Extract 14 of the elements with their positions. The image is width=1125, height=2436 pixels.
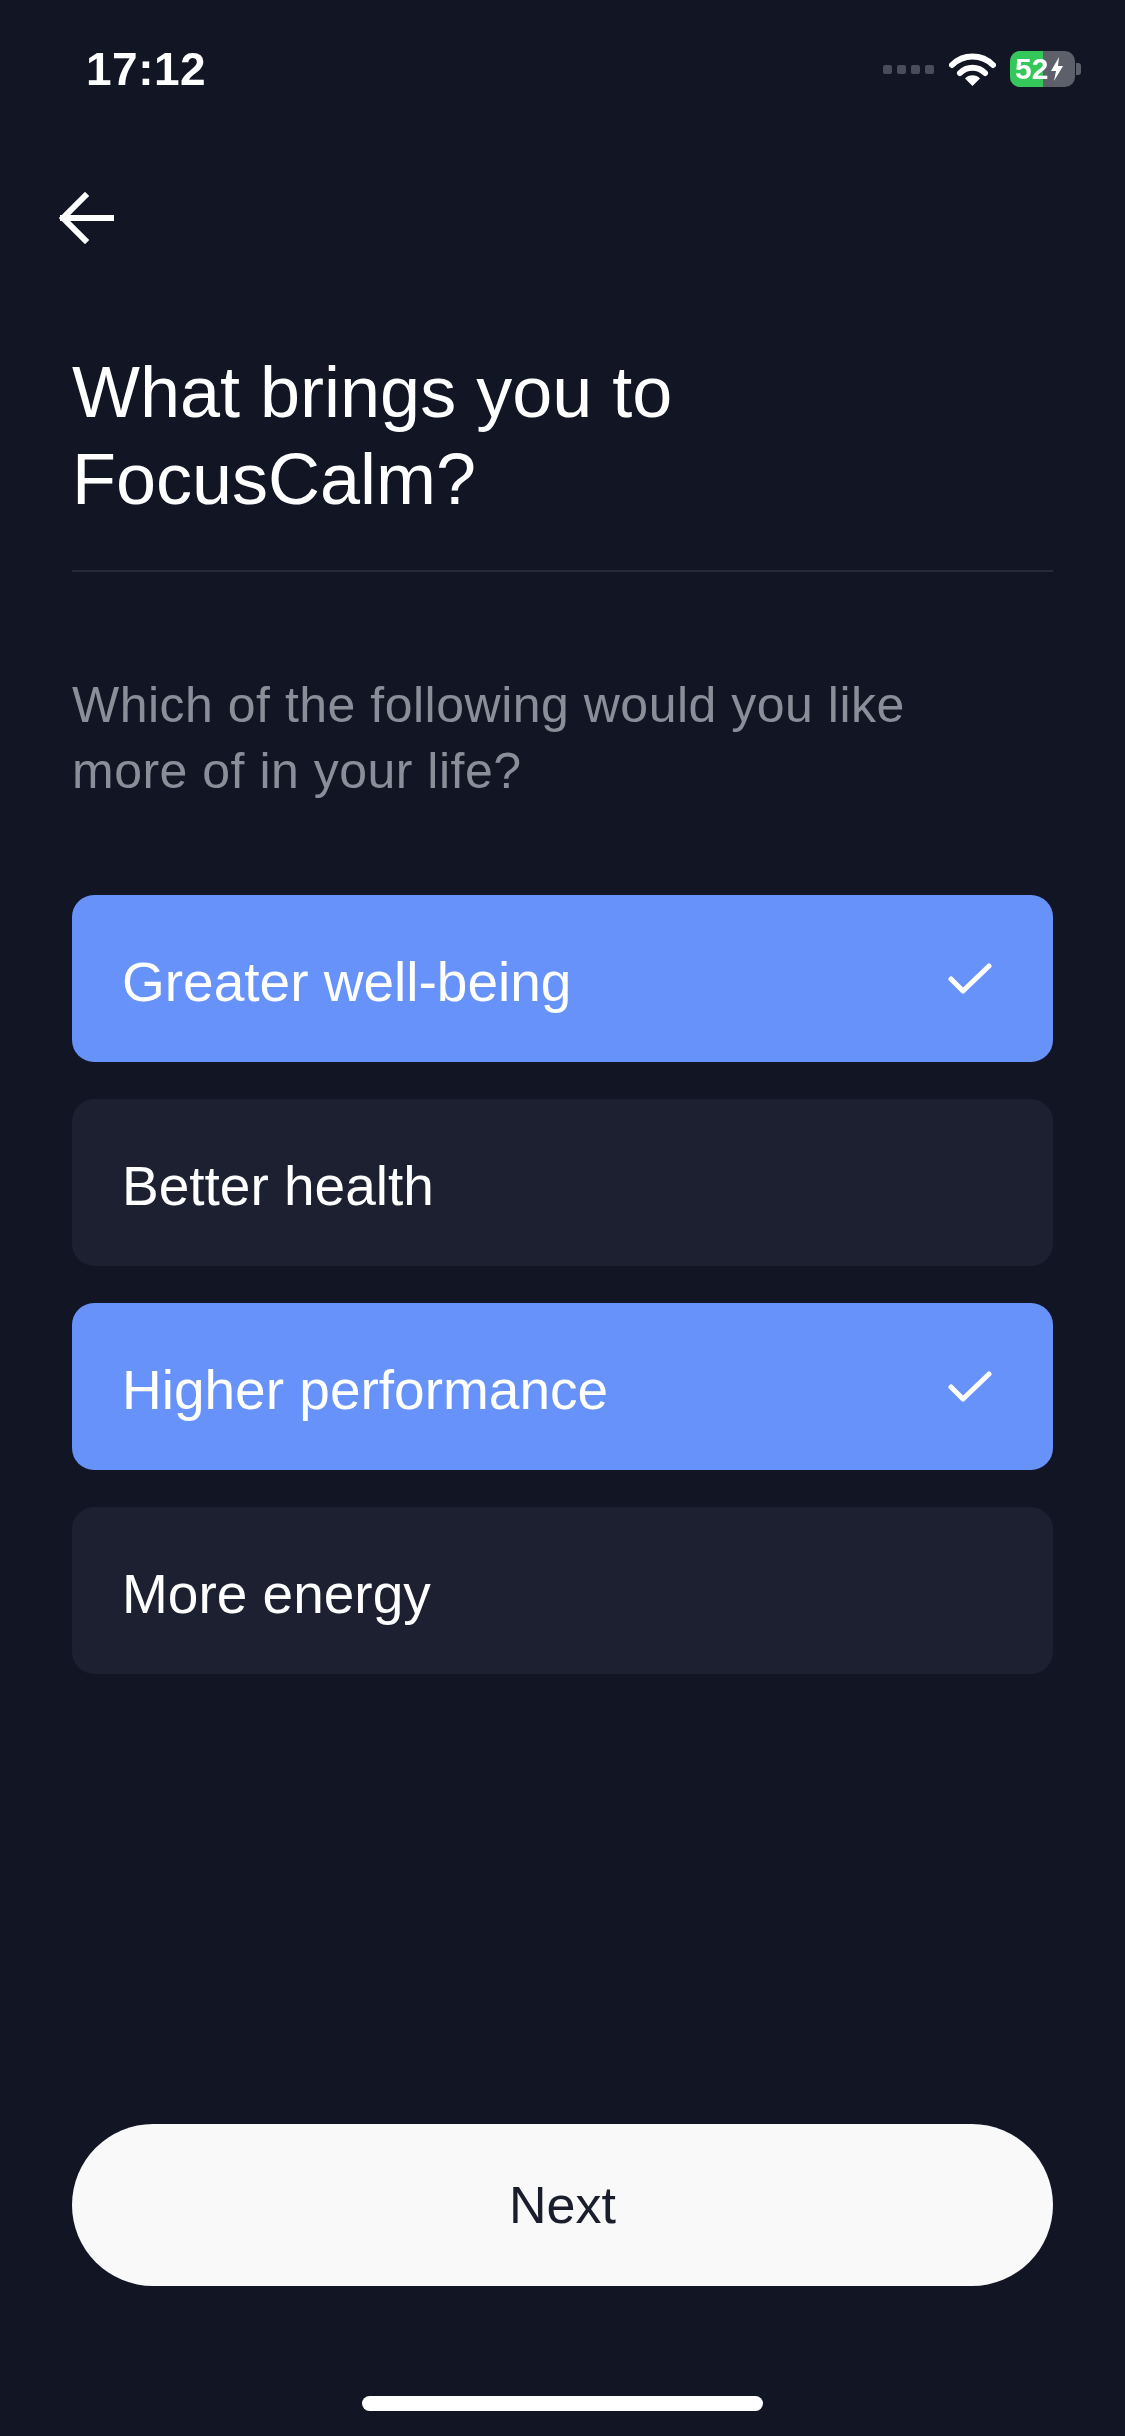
charging-bolt-icon — [1050, 57, 1065, 81]
wifi-icon — [949, 52, 996, 86]
option-button[interactable]: More energy — [72, 1507, 1053, 1674]
signal-icon — [883, 64, 934, 74]
back-button[interactable] — [57, 192, 114, 244]
battery-percentage: 52 — [1015, 54, 1049, 84]
question-text: Which of the following would you like more of in your life? — [72, 676, 906, 801]
option-button[interactable]: Better health — [72, 1099, 1053, 1266]
next-button[interactable]: Next — [72, 2124, 1053, 2286]
page-title: What brings you to FocusCalm? — [72, 351, 674, 521]
status-time: 17:12 — [86, 46, 207, 92]
back-arrow-icon — [57, 192, 114, 244]
checkmark-icon — [948, 962, 992, 995]
checkmark-icon — [948, 1370, 992, 1403]
